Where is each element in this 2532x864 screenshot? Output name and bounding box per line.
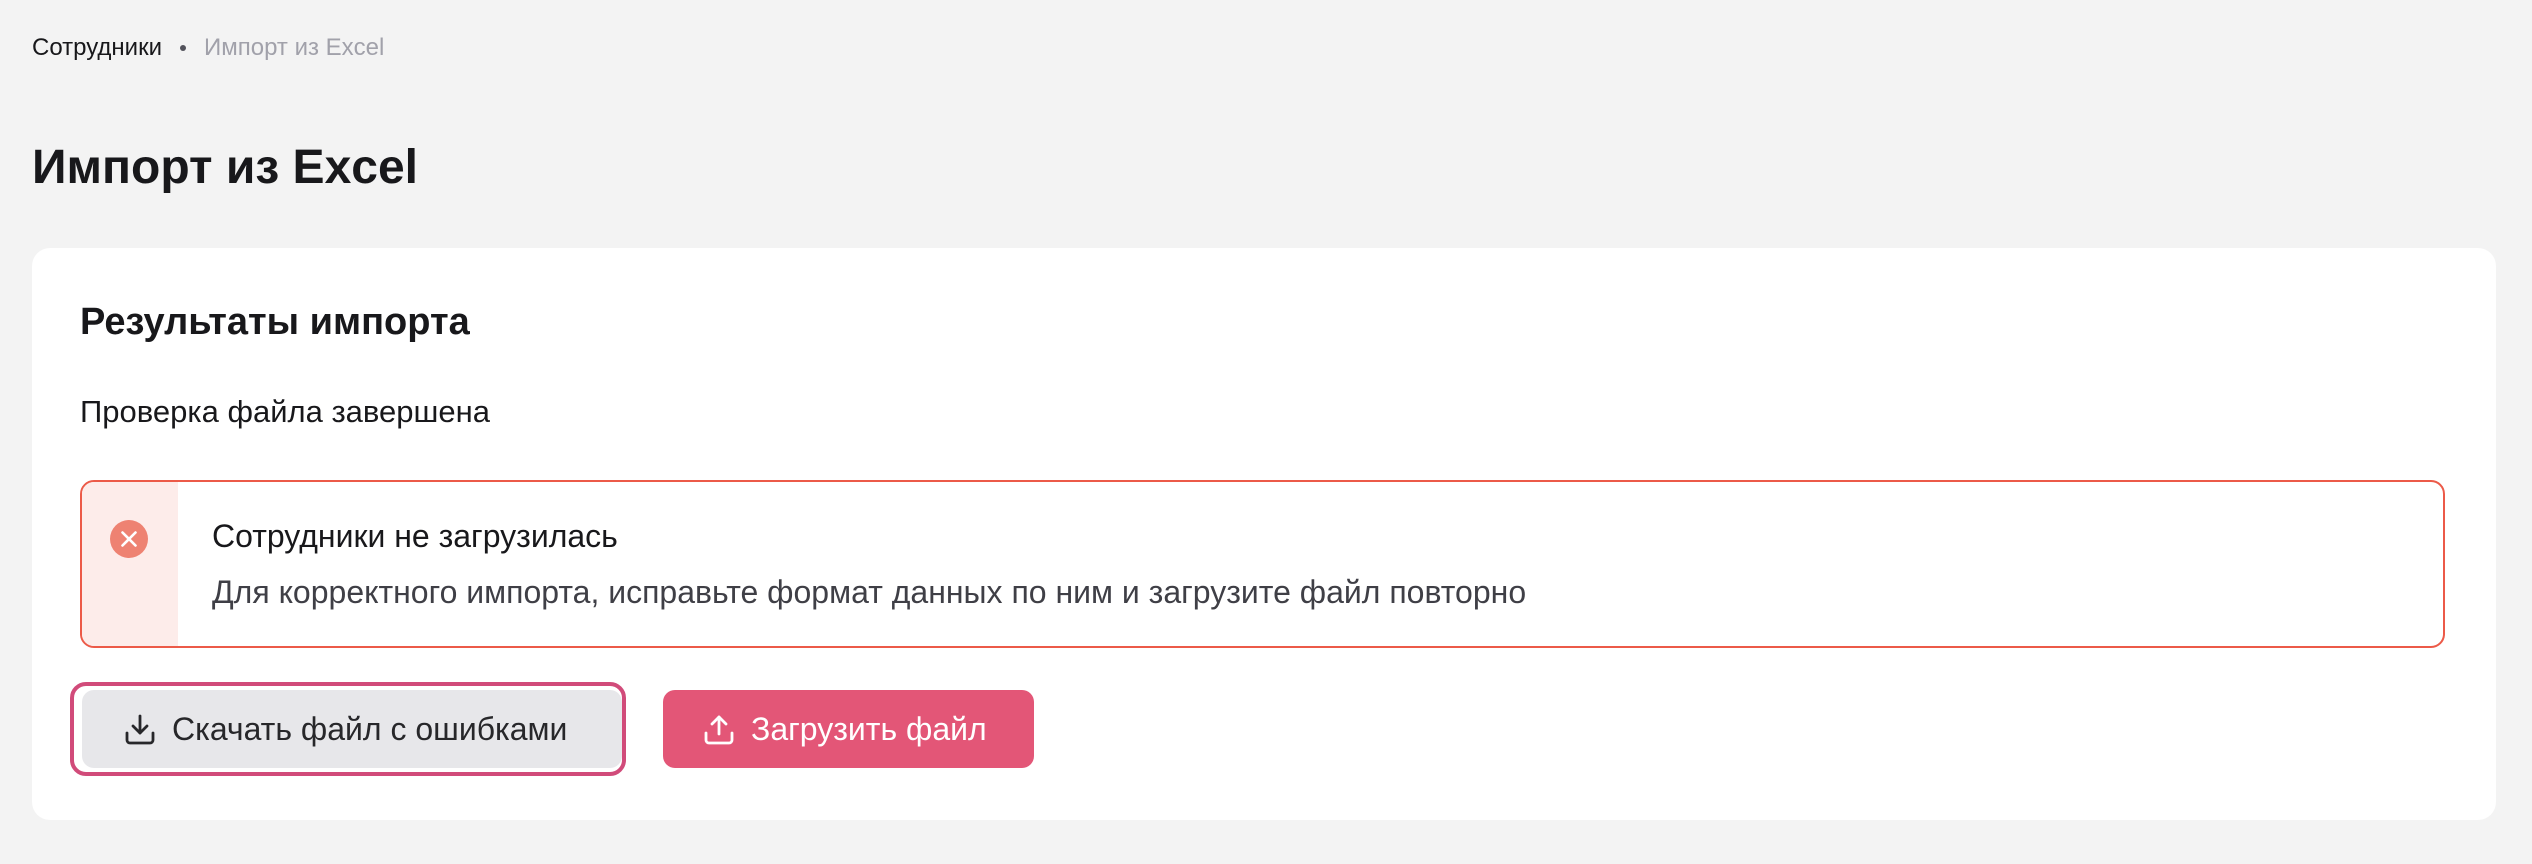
alert-side-strip: [82, 482, 178, 646]
import-status-text: Проверка файла завершена: [80, 394, 490, 429]
breadcrumb: Сотрудники Импорт из Excel: [32, 32, 384, 64]
page-title: Импорт из Excel: [32, 141, 418, 194]
error-alert: Сотрудники не загрузилась Для корректног…: [80, 480, 2445, 648]
upload-file-button[interactable]: Загрузить файл: [663, 690, 1034, 768]
breadcrumb-current-page: Импорт из Excel: [204, 34, 385, 61]
download-errors-button[interactable]: Скачать файл с ошибками: [82, 690, 622, 768]
card-title: Результаты импорта: [80, 301, 470, 343]
upload-file-label: Загрузить файл: [751, 710, 987, 747]
alert-title: Сотрудники не загрузилась: [212, 518, 618, 554]
alert-message: Для корректного импорта, исправьте форма…: [212, 574, 1527, 610]
download-errors-label: Скачать файл с ошибками: [172, 710, 568, 747]
breadcrumb-link-employees[interactable]: Сотрудники: [32, 34, 162, 62]
alert-body: Сотрудники не загрузилась Для корректног…: [178, 482, 1526, 646]
error-circle-icon: [110, 520, 148, 558]
download-icon: [125, 714, 155, 745]
import-results-card: Результаты импорта Проверка файла заверш…: [32, 248, 2496, 820]
breadcrumb-separator-dot: [180, 45, 186, 51]
upload-icon: [704, 715, 734, 745]
